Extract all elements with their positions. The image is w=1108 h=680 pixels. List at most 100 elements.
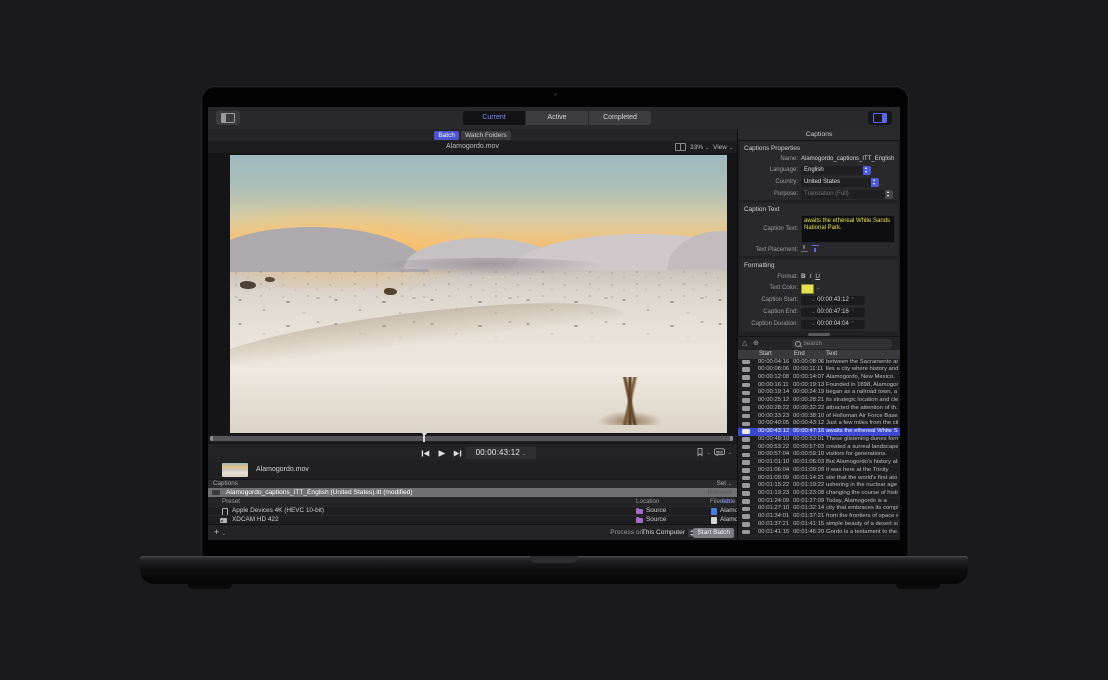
caption-start-cell: 00:00:12:08: [758, 374, 789, 381]
column-text[interactable]: Text: [826, 350, 837, 359]
caption-row[interactable]: 00:01:09:09 00:01:14:21 site that the wo…: [738, 475, 900, 483]
caption-row[interactable]: 00:00:33:23 00:00:38:10 of Holloman Air …: [738, 413, 900, 421]
caption-end-stepper[interactable]: ⌄ 00:00:47:16 ⌃: [801, 308, 865, 317]
caption-warning-icon[interactable]: △: [742, 339, 747, 349]
batch-footer: + ⌄ Process on: This Computer Start Batc…: [208, 524, 737, 540]
caption-row[interactable]: 00:01:24:09 00:01:27:09 Today, Alamogord…: [738, 498, 900, 506]
placement-bottom-icon[interactable]: [801, 245, 808, 252]
caption-row[interactable]: 00:00:16:11 00:00:19:13 Founded in 1898,…: [738, 382, 900, 390]
caption-row[interactable]: 00:00:40:05 00:00:43:12 Just a few miles…: [738, 420, 900, 428]
caption-start-cell: 00:00:40:05: [758, 420, 789, 427]
caption-row[interactable]: 00:00:04:16 00:00:08:06 between the Sacr…: [738, 359, 900, 367]
inspector-toggle-button[interactable]: [868, 111, 892, 125]
caption-row[interactable]: 00:01:06:04 00:01:09:09 It was here at t…: [738, 467, 900, 475]
caption-row[interactable]: 00:01:27:10 00:01:32:14 city that embrac…: [738, 505, 900, 513]
caption-start-stepper[interactable]: ⌄ 00:00:43:12 ⌃: [801, 296, 865, 305]
caption-row[interactable]: 00:00:57:04 00:00:59:10 visitors for gen…: [738, 451, 900, 459]
batch-pane: Batch Watch Folders Alamogordo.mov 33% ⌄…: [208, 129, 737, 540]
country-select[interactable]: United States: [801, 178, 879, 187]
caption-row[interactable]: 00:01:37:21 00:01:41:15 simple beauty of…: [738, 521, 900, 529]
caption-bubble-icon: [742, 460, 750, 465]
caption-text-cell: created a surreal landscape...: [826, 444, 898, 451]
column-start[interactable]: Start: [759, 350, 772, 359]
caption-row[interactable]: 00:01:34:01 00:01:37:21 from the frontie…: [738, 513, 900, 521]
caption-text-cell: simple beauty of a desert su...: [826, 521, 898, 528]
caption-row[interactable]: 00:00:25:12 00:00:28:21 its strategic lo…: [738, 397, 900, 405]
zoom-level-dropdown[interactable]: 33% ⌄: [690, 144, 709, 151]
placement-top-icon[interactable]: [812, 245, 819, 252]
caption-text-cell: began as a railroad town, a v...: [826, 389, 898, 396]
marker-button[interactable]: [696, 444, 704, 462]
preset-row[interactable]: Apple Devices 4K (HEVC 10-bit) Source Al…: [208, 506, 737, 515]
tab-watch-folders[interactable]: Watch Folders: [461, 131, 511, 140]
caption-duration-stepper[interactable]: ⌄ 00:00:04:04 ⌃: [801, 320, 865, 329]
captions-table-body: 00:00:04:16 00:00:08:06 between the Sacr…: [738, 359, 900, 537]
caption-bubble-icon: [742, 414, 750, 419]
caption-row[interactable]: 00:00:28:22 00:00:32:22 attracted the at…: [738, 405, 900, 413]
caption-row[interactable]: 00:00:53:22 00:00:57:03 created a surrea…: [738, 444, 900, 452]
previous-frame-button[interactable]: [421, 449, 430, 458]
caption-row[interactable]: 00:00:19:14 00:00:24:19 began as a railr…: [738, 389, 900, 397]
caption-bubble-icon: [742, 453, 750, 458]
search-field[interactable]: [792, 339, 892, 349]
caption-text-cell: from the frontiers of space e...: [826, 513, 898, 520]
caption-text-cell: It was here at the Trinity: [826, 467, 898, 474]
italic-button[interactable]: I: [810, 273, 812, 280]
purpose-select: Translation (Full): [801, 190, 893, 199]
text-color-swatch[interactable]: [801, 284, 814, 294]
add-caption-icon[interactable]: ⊕: [753, 339, 759, 349]
caption-row[interactable]: 00:00:12:08 00:00:14:07 Alamogordo, New …: [738, 374, 900, 382]
caption-row[interactable]: 00:00:08:06 00:00:11:11 lies a city wher…: [738, 366, 900, 374]
bold-button[interactable]: B: [801, 273, 806, 280]
caption-start-cell: 00:00:28:22: [758, 405, 789, 412]
caption-start-cell: 00:01:19:23: [758, 490, 789, 497]
captions-overlay-button[interactable]: [714, 444, 725, 462]
chevron-down-icon[interactable]: ⌄: [816, 285, 820, 291]
language-select[interactable]: English: [801, 166, 871, 175]
tab-active[interactable]: Active: [525, 111, 588, 125]
preset-name: Apple Devices 4K (HEVC 10-bit): [232, 507, 324, 515]
batch-item-thumbnail: [222, 463, 248, 477]
tab-batch[interactable]: Batch: [434, 131, 459, 140]
add-preset-button[interactable]: Add: [721, 497, 732, 506]
timeline-scrubber[interactable]: [208, 435, 737, 443]
preset-location: Source: [646, 516, 666, 524]
caption-text-input[interactable]: awaits the ethereal White Sands National…: [801, 215, 895, 243]
caption-row[interactable]: 00:01:01:10 00:01:06:03 But Alamogordo's…: [738, 459, 900, 467]
start-batch-button[interactable]: Start Batch: [693, 528, 734, 538]
preset-row[interactable]: XDCAM HD 422 Source Alamogordo-XDCAM HD …: [208, 515, 737, 524]
remove-button[interactable]: Remove: [707, 488, 732, 497]
sidebar-toggle-button[interactable]: [216, 111, 240, 125]
caption-bubble-icon: [742, 530, 750, 535]
next-frame-button[interactable]: [453, 449, 462, 458]
tab-completed[interactable]: Completed: [588, 111, 651, 125]
caption-start-cell: 00:01:01:10: [758, 459, 789, 466]
lid-notch: [530, 556, 578, 563]
batch-item-row[interactable]: Alamogordo.mov: [208, 461, 737, 479]
caption-row[interactable]: 00:00:43:12 00:00:47:16 awaits the ether…: [738, 428, 900, 436]
file-icon: [711, 517, 717, 524]
column-end[interactable]: End: [794, 350, 805, 359]
caption-bubble-icon: [742, 483, 750, 488]
caption-row[interactable]: 00:01:19:23 00:01:23:08 changing the cou…: [738, 490, 900, 498]
caption-text-section: Caption Text Caption Text: awaits the et…: [740, 203, 898, 256]
add-item-button[interactable]: + ⌄: [214, 525, 226, 540]
caption-text-cell: its strategic location and cle...: [826, 397, 898, 404]
search-input[interactable]: [803, 339, 887, 349]
timecode-display[interactable]: 00:00:43:12⌄: [466, 447, 536, 459]
playhead[interactable]: [423, 433, 425, 442]
view-dropdown[interactable]: View ⌄: [713, 144, 733, 151]
caption-file-row[interactable]: Alamogordo_captions_ITT_English (United …: [208, 488, 737, 497]
caption-row[interactable]: 00:01:15:22 00:01:19:22 ushering in the …: [738, 482, 900, 490]
caption-bubble-icon: [742, 422, 750, 427]
preset-name: XDCAM HD 422: [232, 516, 279, 524]
compare-view-icon[interactable]: [675, 143, 686, 151]
scrubber-track[interactable]: [210, 436, 733, 441]
caption-row[interactable]: 00:00:48:10 00:00:53:01 These glistening…: [738, 436, 900, 444]
caption-row[interactable]: 00:01:41:15 00:01:46:20 Gordo is a testa…: [738, 529, 900, 537]
chevron-down-icon: ⌄: [705, 145, 709, 151]
tab-current[interactable]: Current: [463, 111, 525, 125]
underline-button[interactable]: U: [815, 273, 820, 280]
set-dropdown[interactable]: Set ⌄: [717, 480, 732, 488]
play-button[interactable]: [437, 449, 446, 458]
